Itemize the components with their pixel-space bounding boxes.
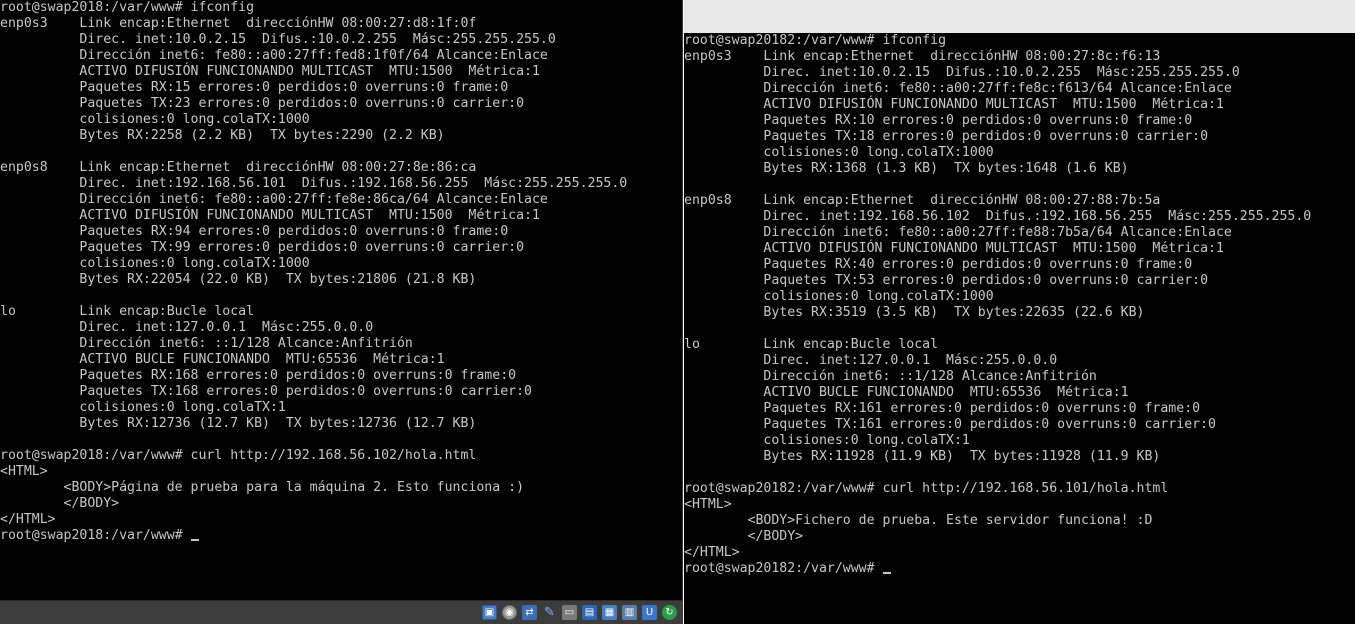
- terminal-line: Paquetes TX:99 errores:0 perdidos:0 over…: [0, 240, 525, 255]
- cpu-icon[interactable]: ▥: [622, 605, 637, 620]
- terminal-line: ACTIVO DIFUSIÓN FUNCIONANDO MULTICAST MT…: [684, 241, 1224, 256]
- terminal-line: Direc. inet:10.0.2.15 Difus.:10.0.2.255 …: [0, 32, 556, 47]
- terminal-line: root@swap2018:/var/www# curl http://192.…: [0, 448, 477, 463]
- terminal-line: Dirección inet6: ::1/128 Alcance:Anfitri…: [0, 336, 413, 351]
- terminal-line: Dirección inet6: fe80::a00:27ff:fe8e:86c…: [0, 192, 548, 207]
- terminal-line: ACTIVO DIFUSIÓN FUNCIONANDO MULTICAST MT…: [684, 97, 1224, 112]
- terminal-line: Bytes RX:1368 (1.3 KB) TX bytes:1648 (1.…: [684, 161, 1129, 176]
- hard-disk-icon[interactable]: ▣: [482, 605, 497, 620]
- terminal-line: root@swap20182:/var/www# ifconfig: [684, 33, 947, 48]
- terminal-line: Direc. inet:127.0.0.1 Másc:255.0.0.0: [0, 320, 374, 335]
- terminal-line: Paquetes RX:161 errores:0 perdidos:0 ove…: [684, 401, 1201, 416]
- usb-icon[interactable]: ✎: [542, 605, 557, 620]
- terminal-line: enp0s3 Link encap:Ethernet direcciónHW 0…: [0, 16, 477, 31]
- optical-drive-icon[interactable]: ◉: [502, 605, 517, 620]
- left-terminal[interactable]: root@swap2018:/var/www# ifconfig enp0s3 L…: [0, 0, 683, 600]
- terminal-line: lo Link encap:Bucle local: [684, 337, 939, 352]
- terminal-line: ACTIVO DIFUSIÓN FUNCIONANDO MULTICAST MT…: [0, 208, 540, 223]
- terminal-line: Paquetes TX:18 errores:0 perdidos:0 over…: [684, 129, 1209, 144]
- terminal-line: Direc. inet:10.0.2.15 Difus.:10.0.2.255 …: [684, 65, 1240, 80]
- terminal-line: colisiones:0 long.colaTX:1: [0, 400, 286, 415]
- terminal-line: ACTIVO DIFUSIÓN FUNCIONANDO MULTICAST MT…: [0, 64, 540, 79]
- terminal-line: Bytes RX:12736 (12.7 KB) TX bytes:12736 …: [0, 416, 477, 431]
- terminal-cursor: [190, 539, 199, 541]
- terminal-line: Bytes RX:2258 (2.2 KB) TX bytes:2290 (2.…: [0, 128, 445, 143]
- terminal-line: <BODY>Página de prueba para la máquina 2…: [0, 480, 525, 495]
- terminal-line: Direc. inet:192.168.56.102 Difus.:192.16…: [684, 209, 1312, 224]
- terminal-line: Paquetes TX:168 errores:0 perdidos:0 ove…: [0, 384, 532, 399]
- terminal-line: root@swap20182:/var/www# curl http://192…: [684, 481, 1169, 496]
- terminal-line: root@swap2018:/var/www# ifconfig: [0, 0, 255, 15]
- terminal-line: Bytes RX:22054 (22.0 KB) TX bytes:21806 …: [0, 272, 477, 287]
- terminal-line: Dirección inet6: ::1/128 Alcance:Anfitri…: [684, 369, 1097, 384]
- terminal-line: <HTML>: [684, 497, 732, 512]
- terminal-line: root@swap20182:/var/www#: [684, 561, 1355, 577]
- right-terminal[interactable]: root@swap20182:/var/www# ifconfig enp0s3 …: [684, 33, 1355, 624]
- mouse-integration-icon[interactable]: U: [642, 605, 657, 620]
- terminal-line: Bytes RX:3519 (3.5 KB) TX bytes:22635 (2…: [684, 305, 1145, 320]
- terminal-line: <HTML>: [0, 464, 48, 479]
- terminal-line: Paquetes TX:23 errores:0 perdidos:0 over…: [0, 96, 525, 111]
- terminal-line: </HTML>: [684, 545, 740, 560]
- terminal-line: colisiones:0 long.colaTX:1000: [0, 112, 310, 127]
- terminal-cursor: [882, 572, 891, 574]
- shared-folders-icon[interactable]: ▭: [562, 605, 577, 620]
- terminal-line: Paquetes TX:161 errores:0 perdidos:0 ove…: [684, 417, 1216, 432]
- terminal-line: </HTML>: [0, 512, 56, 527]
- terminal-line: Bytes RX:11928 (11.9 KB) TX bytes:11928 …: [684, 449, 1161, 464]
- terminal-line: root@swap2018:/var/www#: [0, 528, 682, 544]
- terminal-line: lo Link encap:Bucle local: [0, 304, 255, 319]
- terminal-line: </BODY>: [0, 496, 120, 511]
- terminal-line: Direc. inet:192.168.56.101 Difus.:192.16…: [0, 176, 628, 191]
- terminal-line: colisiones:0 long.colaTX:1000: [684, 145, 994, 160]
- terminal-line: colisiones:0 long.colaTX:1000: [684, 289, 994, 304]
- terminal-line: Dirección inet6: fe80::a00:27ff:fe88:7b5…: [684, 225, 1232, 240]
- terminal-line: Paquetes RX:40 errores:0 perdidos:0 over…: [684, 257, 1193, 272]
- terminal-line: Dirección inet6: fe80::a00:27ff:fe8c:f61…: [684, 81, 1232, 96]
- host-key-icon[interactable]: ↻: [662, 605, 677, 620]
- terminal-line: colisiones:0 long.colaTX:1000: [0, 256, 310, 271]
- video-capture-icon[interactable]: ▦: [602, 605, 617, 620]
- terminal-line: Direc. inet:127.0.0.1 Másc:255.0.0.0: [684, 353, 1058, 368]
- display-icon[interactable]: ▤: [582, 605, 597, 620]
- terminal-line: Dirección inet6: fe80::a00:27ff:fed8:1f0…: [0, 48, 548, 63]
- network-icon[interactable]: ⇄: [522, 605, 537, 620]
- terminal-line: enp0s8 Link encap:Ethernet direcciónHW 0…: [0, 160, 477, 175]
- terminal-line: Paquetes RX:94 errores:0 perdidos:0 over…: [0, 224, 509, 239]
- terminal-line: ACTIVO BUCLE FUNCIONANDO MTU:65536 Métri…: [684, 385, 1129, 400]
- terminal-line: ACTIVO BUCLE FUNCIONANDO MTU:65536 Métri…: [0, 352, 445, 367]
- terminal-line: Paquetes RX:10 errores:0 perdidos:0 over…: [684, 113, 1193, 128]
- terminal-line: Paquetes RX:15 errores:0 perdidos:0 over…: [0, 80, 509, 95]
- terminal-line: enp0s3 Link encap:Ethernet direcciónHW 0…: [684, 49, 1161, 64]
- terminal-line: colisiones:0 long.colaTX:1: [684, 433, 970, 448]
- terminal-line: enp0s8 Link encap:Ethernet direcciónHW 0…: [684, 193, 1161, 208]
- right-window-top-gap: [684, 0, 1355, 33]
- terminal-line: </BODY>: [684, 529, 804, 544]
- terminal-line: Paquetes TX:53 errores:0 perdidos:0 over…: [684, 273, 1209, 288]
- terminal-line: Paquetes RX:168 errores:0 perdidos:0 ove…: [0, 368, 517, 383]
- vm-status-bar: ▣ ◉ ⇄ ✎ ▭ ▤ ▦ ▥ U ↻: [0, 600, 683, 624]
- terminal-line: <BODY>Fichero de prueba. Este servidor f…: [684, 513, 1153, 528]
